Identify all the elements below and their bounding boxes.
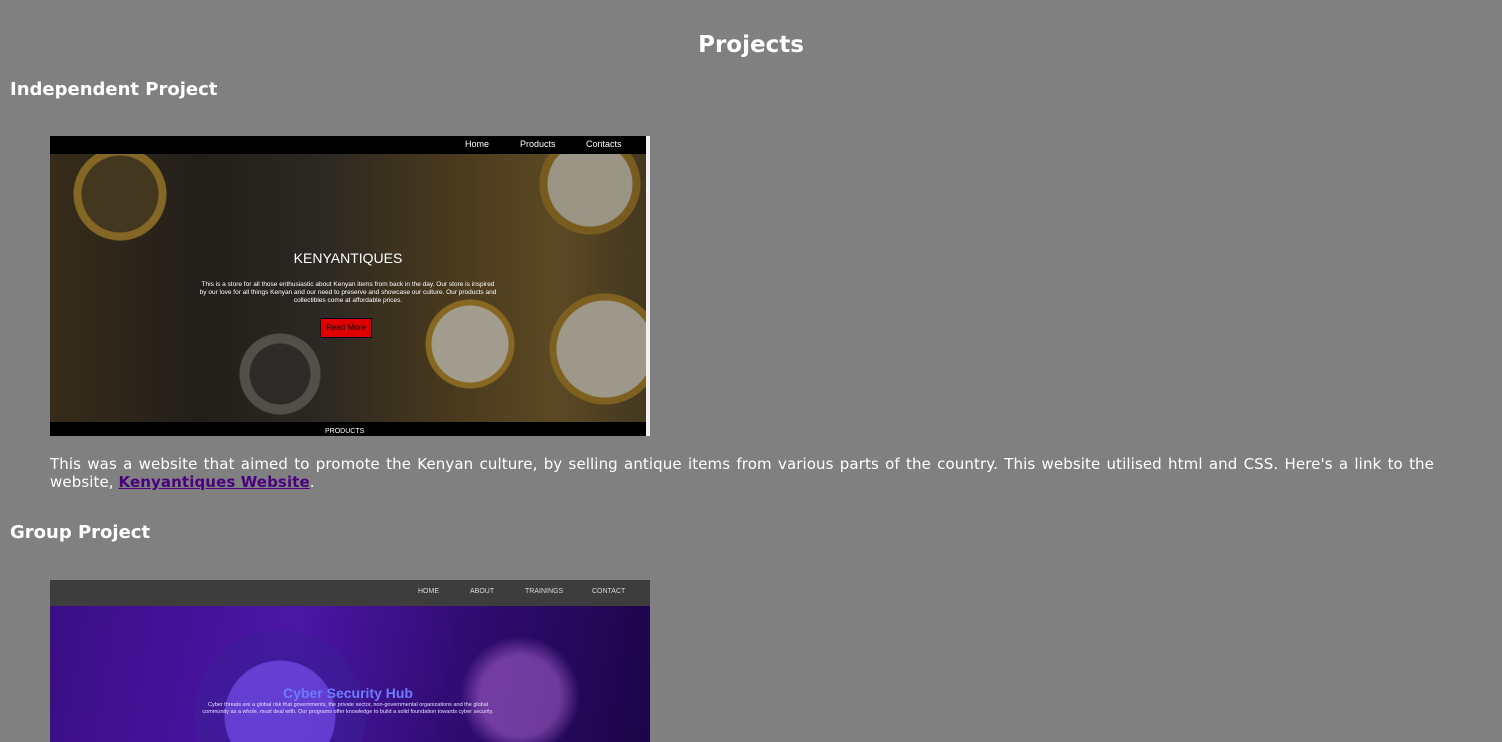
cyber-nav-home: HOME: [418, 588, 439, 595]
kenyantiques-nav-products: Products: [520, 139, 556, 149]
kenyantiques-nav-home: Home: [465, 139, 490, 149]
kenyantiques-website-link[interactable]: Kenyantiques Website: [119, 473, 310, 491]
kenyantiques-scrollbar: [646, 136, 650, 436]
cyber-hero-image: [50, 606, 650, 742]
kenyantiques-products-strip: PRODUCTS: [50, 422, 646, 436]
read-more-button: Read More: [320, 318, 372, 338]
cyber-nav-trainings: TRAININGS: [525, 588, 564, 595]
independent-project-description: This was a website that aimed to promote…: [50, 455, 1434, 491]
independent-description-end: .: [309, 473, 315, 491]
kenyantiques-description: This is a store for all those enthusiast…: [199, 281, 497, 304]
cyber-title: Cyber Security Hub: [283, 685, 413, 701]
cyber-nav-about: ABOUT: [470, 588, 495, 595]
kenyantiques-nav: Home Products Contacts: [50, 136, 646, 154]
cyber-nav: HOME ABOUT TRAININGS CONTACT: [50, 580, 650, 606]
kenyantiques-screenshot: Home Products Contacts KENYANTIQUES This…: [50, 136, 650, 436]
kenyantiques-title: KENYANTIQUES: [293, 250, 403, 266]
page-title: Projects: [698, 32, 804, 58]
cyber-security-hub-screenshot: HOME ABOUT TRAININGS CONTACT Cyber Secur…: [50, 580, 650, 742]
kenyantiques-products-label: PRODUCTS: [325, 428, 365, 435]
cyber-description: Cyber threats are a global risk that gov…: [202, 702, 494, 715]
group-project-heading: Group Project: [10, 522, 151, 543]
independent-project-heading: Independent Project: [10, 79, 218, 100]
cyber-nav-contact: CONTACT: [592, 588, 626, 595]
kenyantiques-nav-contacts: Contacts: [586, 139, 622, 149]
